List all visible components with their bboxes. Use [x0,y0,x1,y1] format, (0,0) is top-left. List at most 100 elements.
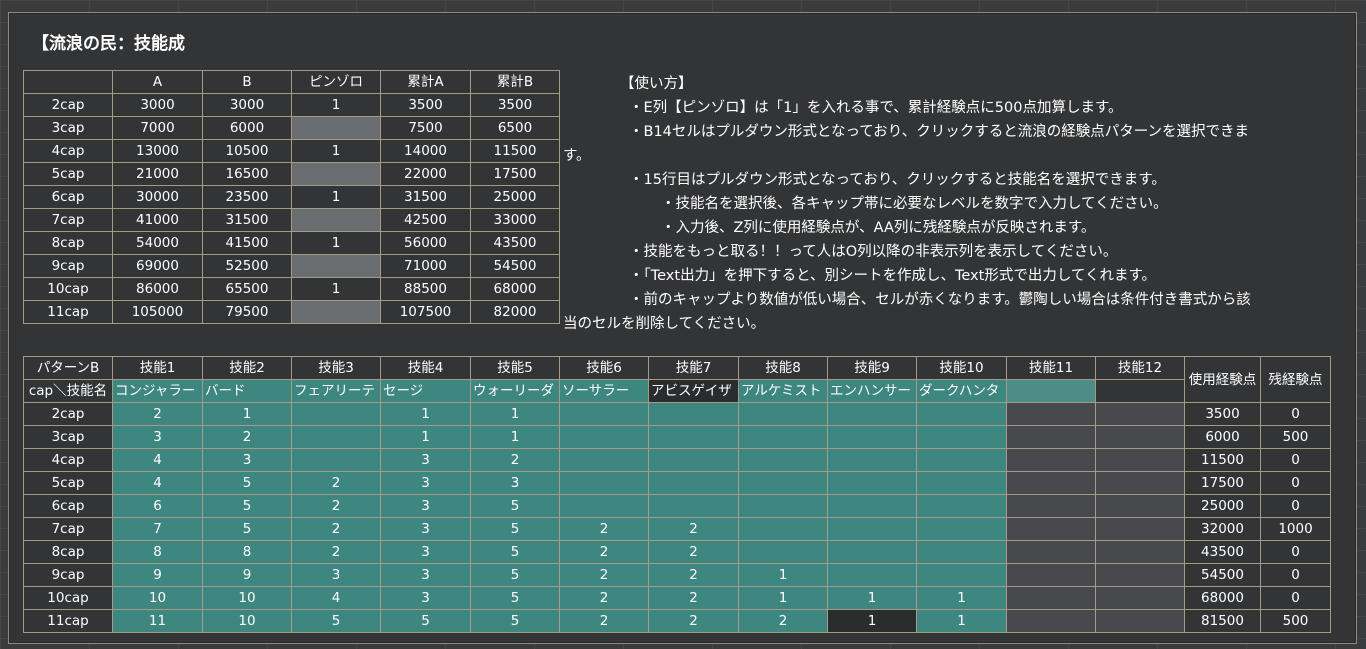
skill-level-cell[interactable] [1095,448,1185,472]
skill-level-cell[interactable]: 2 [291,494,381,518]
skill-level-cell[interactable] [1006,425,1096,449]
skill-level-cell[interactable]: 5 [470,540,560,564]
cap-label-cell[interactable]: 2cap [23,402,113,426]
experience-cell[interactable]: 82000 [470,300,560,324]
skill-level-cell[interactable] [559,402,649,426]
cap-label-cell[interactable]: 3cap [23,116,113,140]
skill-level-cell[interactable] [827,425,917,449]
skill-level-cell[interactable] [827,517,917,541]
skill-level-cell[interactable] [916,425,1007,449]
cap-label-cell[interactable]: 8cap [23,540,113,564]
skill-level-cell[interactable]: 2 [648,517,739,541]
experience-cell[interactable]: 17500 [470,162,560,186]
skill-name-dropdown[interactable]: セージ [380,379,471,403]
remaining-exp-cell[interactable]: 0 [1260,563,1331,587]
skill-level-cell[interactable]: 5 [470,609,560,633]
skill-level-cell[interactable]: 2 [648,563,739,587]
remaining-exp-cell[interactable]: 0 [1260,540,1331,564]
pattern-selector-cell[interactable]: パターンB [23,356,113,380]
skill-level-cell[interactable]: 3 [380,494,471,518]
experience-cell[interactable]: 65500 [202,277,292,301]
skill-column-header[interactable]: 技能5 [470,356,560,380]
experience-cell[interactable]: 71000 [380,254,471,278]
experience-cell[interactable]: 69000 [112,254,203,278]
skill-level-cell[interactable] [291,448,381,472]
experience-column-header[interactable]: 累計A [380,70,471,94]
skill-level-cell[interactable] [738,517,828,541]
skill-column-header[interactable]: 技能12 [1095,356,1185,380]
cap-label-cell[interactable]: 8cap [23,231,113,255]
skill-level-cell[interactable] [1006,517,1096,541]
skill-level-cell[interactable] [291,425,381,449]
skill-name-dropdown[interactable]: アビスゲイザ [648,379,739,403]
cap-label-cell[interactable]: 10cap [23,586,113,610]
used-exp-cell[interactable]: 17500 [1184,471,1261,495]
skill-level-cell[interactable]: 3 [380,471,471,495]
experience-cell[interactable]: 30000 [112,185,203,209]
cap-label-cell[interactable]: 5cap [23,471,113,495]
experience-cell[interactable]: 1 [291,93,381,117]
experience-cell[interactable]: 42500 [380,208,471,232]
cap-label-cell[interactable]: 3cap [23,425,113,449]
cap-label-cell[interactable]: 9cap [23,563,113,587]
experience-cell[interactable]: 54000 [112,231,203,255]
skill-level-cell[interactable]: 4 [291,586,381,610]
experience-cell[interactable]: 1 [291,139,381,163]
skill-level-cell[interactable]: 2 [648,540,739,564]
skill-level-cell[interactable]: 1 [470,425,560,449]
skill-level-cell[interactable]: 5 [380,609,471,633]
skill-level-cell[interactable]: 2 [559,517,649,541]
experience-cell[interactable]: 68000 [470,277,560,301]
skill-level-cell[interactable] [1006,402,1096,426]
skill-name-dropdown[interactable]: コンジャラー [112,379,203,403]
experience-cell[interactable]: 6500 [470,116,560,140]
experience-cell[interactable]: 3500 [380,93,471,117]
skill-level-cell[interactable] [1095,425,1185,449]
skill-name-dropdown[interactable]: エンハンサー [827,379,917,403]
skill-level-cell[interactable] [738,494,828,518]
experience-cell[interactable]: 3500 [470,93,560,117]
skill-level-cell[interactable] [916,494,1007,518]
skill-column-header[interactable]: 技能1 [112,356,203,380]
skill-column-header[interactable]: 技能2 [202,356,292,380]
experience-cell[interactable]: 52500 [202,254,292,278]
skill-level-cell[interactable] [827,563,917,587]
skill-level-cell[interactable]: 1 [380,402,471,426]
remaining-exp-cell[interactable]: 0 [1260,402,1331,426]
experience-cell[interactable]: 43500 [470,231,560,255]
skill-level-cell[interactable]: 2 [559,586,649,610]
cap-label-cell[interactable]: 11cap [23,609,113,633]
skill-name-dropdown[interactable]: ウォーリーダ [470,379,560,403]
experience-cell[interactable]: 79500 [202,300,292,324]
experience-cell[interactable]: 3000 [202,93,292,117]
skill-level-cell[interactable]: 10 [112,586,203,610]
skill-level-cell[interactable] [559,471,649,495]
skill-level-cell[interactable] [648,402,739,426]
skill-level-cell[interactable] [1095,402,1185,426]
skill-level-cell[interactable]: 7 [112,517,203,541]
skill-level-cell[interactable]: 2 [291,540,381,564]
experience-cell[interactable]: 21000 [112,162,203,186]
used-exp-cell[interactable]: 25000 [1184,494,1261,518]
cap-label-cell[interactable]: 10cap [23,277,113,301]
skill-level-cell[interactable]: 1 [738,586,828,610]
experience-cell[interactable]: 54500 [470,254,560,278]
used-exp-cell[interactable]: 68000 [1184,586,1261,610]
skill-level-cell[interactable]: 1 [202,402,292,426]
cap-label-cell[interactable]: 5cap [23,162,113,186]
skill-level-cell[interactable] [648,494,739,518]
skill-column-header[interactable]: 技能4 [380,356,471,380]
remaining-exp-cell[interactable]: 1000 [1260,517,1331,541]
experience-column-header[interactable] [23,70,113,94]
experience-cell[interactable]: 107500 [380,300,471,324]
skill-name-dropdown[interactable]: フェアリーテ [291,379,381,403]
skill-level-cell[interactable]: 11 [112,609,203,633]
experience-cell[interactable]: 3000 [112,93,203,117]
skill-column-header[interactable]: 技能6 [559,356,649,380]
experience-cell[interactable] [291,300,381,324]
cap-label-cell[interactable]: 6cap [23,185,113,209]
skill-level-cell[interactable] [1006,471,1096,495]
skill-level-cell[interactable]: 9 [112,563,203,587]
skill-level-cell[interactable] [916,540,1007,564]
cap-skill-corner-cell[interactable]: cap＼技能名 [23,379,113,403]
